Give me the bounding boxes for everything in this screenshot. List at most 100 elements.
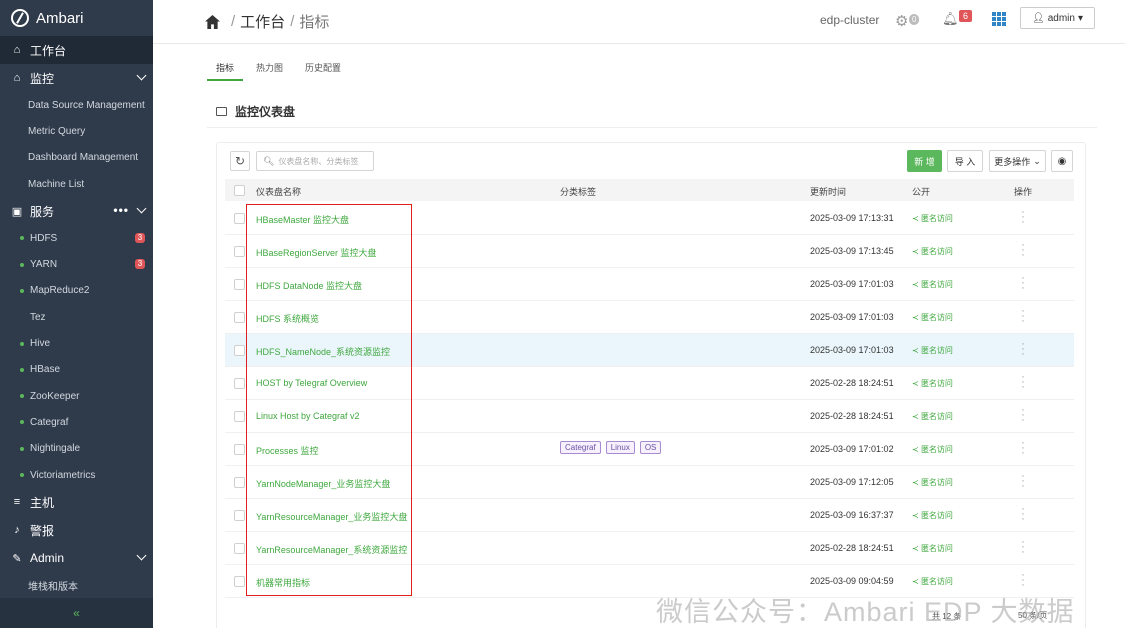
row-actions-button[interactable]: · · · <box>1021 504 1025 525</box>
sidebar-item-alerts[interactable]: ♪ 警报 <box>0 516 153 544</box>
wrench-icon: ✎ <box>12 552 22 565</box>
column-header-updated[interactable]: 更新时间 <box>810 185 846 198</box>
row-checkbox[interactable] <box>234 477 245 488</box>
new-button[interactable]: 新 增 <box>907 150 942 172</box>
dashboard-name-link[interactable]: Linux Host by Categraf v2 <box>256 411 360 421</box>
dashboard-name-link[interactable]: HDFS_NameNode_系统资源监控 <box>256 345 390 358</box>
sidebar-subitem[interactable]: Metric Query <box>0 118 153 144</box>
public-access-link[interactable]: ≺ 匿名访问 <box>912 345 953 356</box>
brand[interactable]: Ambari <box>0 0 153 36</box>
dashboard-name-link[interactable]: YarnResourceManager_业务监控大盘 <box>256 510 407 523</box>
sidebar-subitem[interactable]: Dashboard Management <box>0 145 153 171</box>
import-button[interactable]: 导 入 <box>947 150 983 172</box>
share-icon: ≺ <box>912 544 921 553</box>
public-access-link[interactable]: ≺ 匿名访问 <box>912 477 953 488</box>
sidebar-item-hosts[interactable]: ≡ 主机 <box>0 488 153 516</box>
dashboard-name-link[interactable]: HBaseMaster 监控大盘 <box>256 213 349 226</box>
dashboard-name-link[interactable]: HOST by Telegraf Overview <box>256 378 367 388</box>
apps-grid-icon[interactable] <box>992 12 1006 26</box>
sidebar-service-zookeeper[interactable]: ZooKeeper <box>0 383 153 409</box>
refresh-button[interactable]: ↻ <box>230 151 250 171</box>
row-checkbox[interactable] <box>234 543 245 554</box>
updated-time: 2025-03-09 17:01:03 <box>810 312 894 322</box>
row-actions-button[interactable]: · · · <box>1021 207 1025 228</box>
sidebar-service-victoriametrics[interactable]: Victoriametrics <box>0 462 153 488</box>
dashboard-name-link[interactable]: HBaseRegionServer 监控大盘 <box>256 246 377 259</box>
row-checkbox[interactable] <box>234 279 245 290</box>
sidebar-service-hbase[interactable]: HBase <box>0 357 153 383</box>
sidebar-item-services[interactable]: ▣ 服务 ••• <box>0 197 153 225</box>
row-checkbox[interactable] <box>234 312 245 323</box>
sidebar-service-yarn[interactable]: YARN 3 <box>0 251 153 277</box>
table-row: YarnResourceManager_业务监控大盘 2025-03-09 16:… <box>225 499 1074 532</box>
search-input[interactable] <box>278 156 374 166</box>
dashboard-name-link[interactable]: HDFS 系统概览 <box>256 312 319 325</box>
public-access-link[interactable]: ≺ 匿名访问 <box>912 411 953 422</box>
row-checkbox[interactable] <box>234 246 245 257</box>
sidebar-service-categraf[interactable]: Categraf <box>0 409 153 435</box>
dashboard-name-link[interactable]: HDFS DataNode 监控大盘 <box>256 279 362 292</box>
dashboard-name-link[interactable]: YarnResourceManager_系统资源监控 <box>256 543 407 556</box>
public-access-link[interactable]: ≺ 匿名访问 <box>912 279 953 290</box>
sidebar-subitem[interactable]: Machine List <box>0 171 153 197</box>
row-actions-button[interactable]: · · · <box>1021 372 1025 393</box>
dashboard-name-link[interactable]: Processes 监控 <box>256 444 319 457</box>
sidebar-service-hdfs[interactable]: HDFS 3 <box>0 225 153 251</box>
sidebar-item-workbench[interactable]: ⌂ 工作台 <box>0 36 153 64</box>
row-actions-button[interactable]: · · · <box>1021 339 1025 360</box>
public-access-link[interactable]: ≺ 匿名访问 <box>912 312 953 323</box>
row-actions-button[interactable]: · · · <box>1021 273 1025 294</box>
public-access-link[interactable]: ≺ 匿名访问 <box>912 246 953 257</box>
row-checkbox[interactable] <box>234 378 245 389</box>
breadcrumb-workbench[interactable]: 工作台 <box>240 11 285 32</box>
column-visibility-button[interactable]: ◉ <box>1051 150 1073 172</box>
row-actions-button[interactable]: · · · <box>1021 240 1025 261</box>
row-actions-button[interactable]: · · · <box>1021 306 1025 327</box>
row-checkbox[interactable] <box>234 213 245 224</box>
row-checkbox[interactable] <box>234 411 245 422</box>
sidebar-service-mapreduce2[interactable]: MapReduce2 <box>0 278 153 304</box>
row-checkbox[interactable] <box>234 345 245 356</box>
share-icon: ≺ <box>912 577 921 586</box>
row-checkbox[interactable] <box>234 510 245 521</box>
cluster-name[interactable]: edp-cluster <box>820 13 879 27</box>
category-tag[interactable]: Categraf <box>560 441 601 454</box>
background-ops-button[interactable]: ⚙ 0 <box>895 12 920 30</box>
row-actions-button[interactable]: · · · <box>1021 537 1025 558</box>
sidebar-subitem[interactable]: 堆栈和版本 <box>0 572 153 598</box>
category-tag[interactable]: OS <box>639 441 662 454</box>
public-access-link[interactable]: ≺ 匿名访问 <box>912 510 953 521</box>
tab-metrics[interactable]: 指标 <box>207 58 244 81</box>
more-actions-button[interactable]: 更多操作 ⌄ <box>989 150 1046 172</box>
select-all-checkbox[interactable] <box>234 185 245 196</box>
public-access-link[interactable]: ≺ 匿名访问 <box>912 576 953 587</box>
sidebar-item-admin[interactable]: ✎ Admin <box>0 544 153 572</box>
public-access-link[interactable]: ≺ 匿名访问 <box>912 543 953 554</box>
row-actions-button[interactable]: · · · <box>1021 570 1025 591</box>
sidebar-service-tez[interactable]: Tez <box>0 304 153 330</box>
sidebar-service-nightingale[interactable]: Nightingale <box>0 436 153 462</box>
public-access-link[interactable]: ≺ 匿名访问 <box>912 378 953 389</box>
user-menu-button[interactable]: 👤︎ admin ▾ <box>1020 7 1095 29</box>
tab-config-history[interactable]: 历史配置 <box>296 58 350 81</box>
sidebar-collapse-button[interactable]: « <box>0 598 153 628</box>
row-actions-button[interactable]: · · · <box>1021 438 1025 459</box>
sidebar-item-monitor[interactable]: ⌂ 监控 <box>0 64 153 92</box>
dashboard-name-link[interactable]: 机器常用指标 <box>256 576 310 589</box>
row-checkbox[interactable] <box>234 576 245 587</box>
tab-heatmap[interactable]: 热力图 <box>247 58 292 81</box>
alerts-button[interactable]: 🔔︎ 6 <box>942 10 973 27</box>
sidebar-service-hive[interactable]: Hive <box>0 330 153 356</box>
sidebar-subitem[interactable]: Data Source Management <box>0 92 153 118</box>
row-actions-button[interactable]: · · · <box>1021 405 1025 426</box>
dashboard-name-link[interactable]: YarnNodeManager_业务监控大盘 <box>256 477 390 490</box>
home-icon[interactable] <box>205 14 220 29</box>
alerts-count-badge: 6 <box>959 10 973 22</box>
row-checkbox[interactable] <box>234 444 245 455</box>
category-tag[interactable]: Linux <box>605 441 635 454</box>
column-header-name[interactable]: 仪表盘名称 <box>256 185 301 198</box>
public-access-link[interactable]: ≺ 匿名访问 <box>912 444 953 455</box>
public-access-link[interactable]: ≺ 匿名访问 <box>912 213 953 224</box>
more-icon[interactable]: ••• <box>113 203 129 217</box>
row-actions-button[interactable]: · · · <box>1021 471 1025 492</box>
